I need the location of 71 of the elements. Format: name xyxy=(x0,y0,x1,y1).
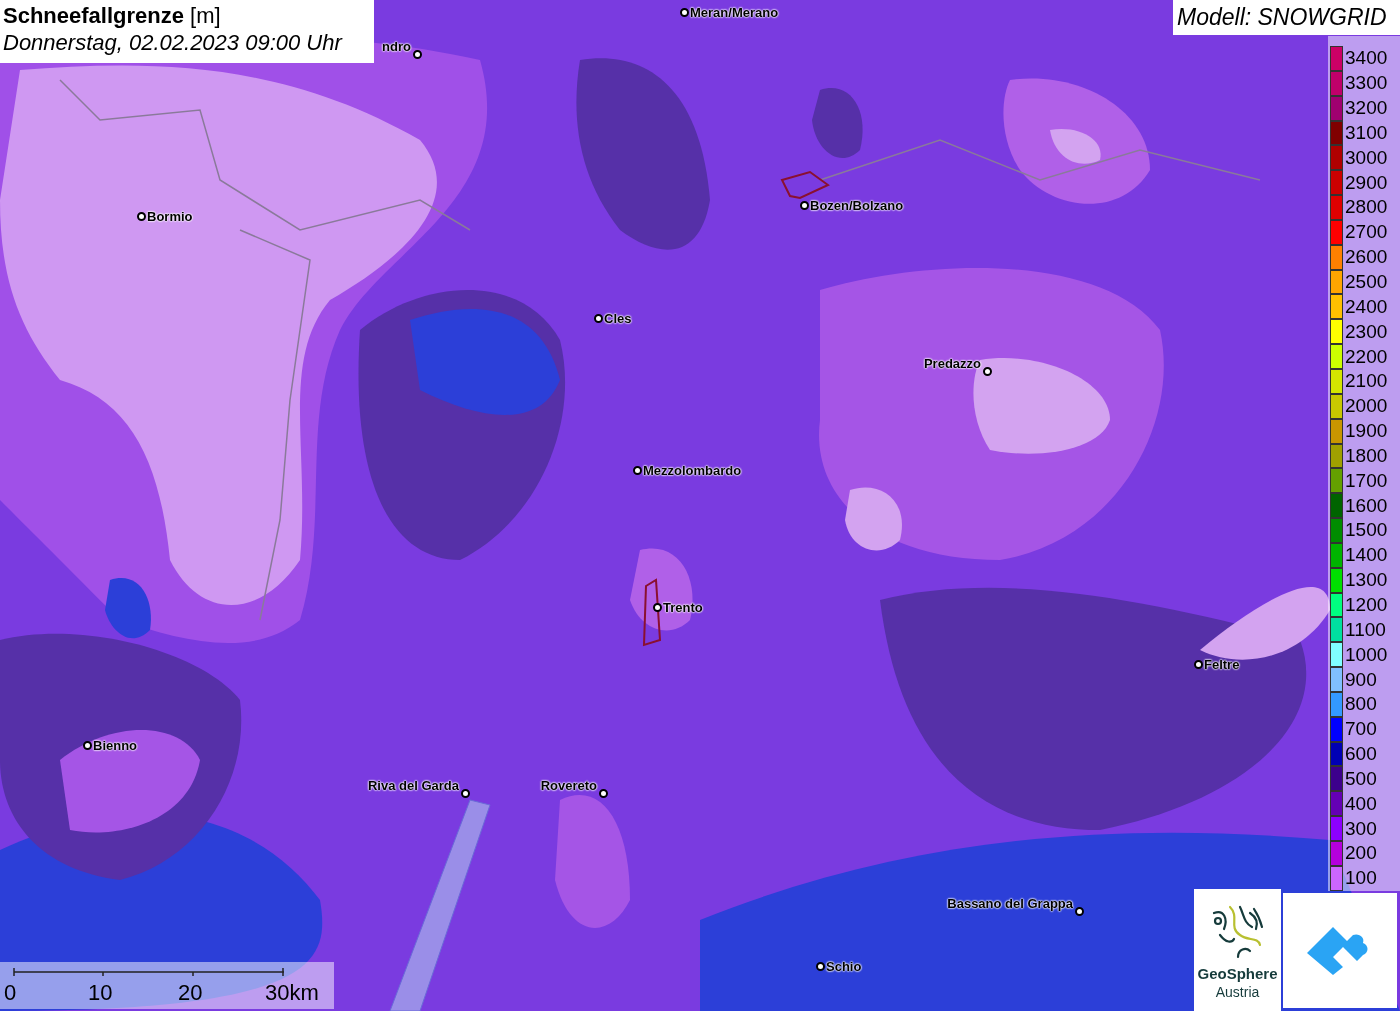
city-marker-icon xyxy=(653,603,662,612)
legend-label: 2200 xyxy=(1345,345,1388,368)
scale-label: 30km xyxy=(265,980,319,1006)
legend-label: 800 xyxy=(1345,693,1377,716)
city-label: ndro xyxy=(382,39,411,54)
legend-label: 1700 xyxy=(1345,469,1388,492)
city-label: Meran/Merano xyxy=(690,5,779,20)
city-marker-icon xyxy=(599,789,608,798)
legend-label: 900 xyxy=(1345,668,1377,691)
forecast-date: Donnerstag, 02.02.2023 09:00 Uhr xyxy=(3,29,344,57)
legend-label: 1100 xyxy=(1345,618,1386,641)
city-label: Bozen/Bolzano xyxy=(810,198,904,213)
city-label: Bienno xyxy=(93,738,138,753)
legend-label: 2500 xyxy=(1345,271,1388,293)
legend-label: 500 xyxy=(1345,767,1377,790)
legend-label: 1000 xyxy=(1345,643,1388,666)
legend-label: 1600 xyxy=(1345,494,1388,517)
city-marker-icon xyxy=(1075,907,1084,916)
city-marker-icon xyxy=(633,466,642,475)
legend-label: 3000 xyxy=(1345,146,1388,169)
legend-label: 2600 xyxy=(1345,246,1388,269)
legend-label: 2800 xyxy=(1345,196,1388,219)
scale-label: 0 xyxy=(4,980,17,1006)
legend-label: 1300 xyxy=(1345,569,1388,592)
city-marker-icon xyxy=(800,201,809,210)
city-label: Rovereto xyxy=(540,778,597,793)
city-marker-icon xyxy=(1194,660,1203,669)
legend-label: 2900 xyxy=(1345,171,1388,194)
legend-label: 1500 xyxy=(1345,519,1388,542)
legend-label: 1400 xyxy=(1345,544,1388,567)
legend-label: 3400 xyxy=(1345,47,1388,70)
legend-label: 1800 xyxy=(1345,444,1388,467)
legend-label: 400 xyxy=(1345,792,1377,815)
legend-label: 2700 xyxy=(1345,221,1388,244)
legend-label: 3200 xyxy=(1345,97,1388,120)
logo-text: GeoSphere xyxy=(1197,965,1278,983)
city-label: Riva del Garda xyxy=(367,778,459,793)
model-label: Modell: SNOWGRID xyxy=(1173,0,1400,35)
city-marker-icon xyxy=(983,367,992,376)
scale-label: 20 xyxy=(178,980,203,1006)
logo-subtext: Austria xyxy=(1215,983,1260,1001)
legend-label: 700 xyxy=(1345,718,1377,741)
city-label: Trento xyxy=(663,600,703,615)
legend-label: 1900 xyxy=(1345,420,1388,443)
city-label: Cles xyxy=(604,311,632,326)
legend-label: 200 xyxy=(1345,842,1377,865)
legend-label: 2400 xyxy=(1345,295,1388,318)
city-label: Bassano del Grappa xyxy=(947,896,1073,911)
city-label: Bormio xyxy=(147,209,193,224)
legend-label: 2100 xyxy=(1345,370,1388,393)
city-marker-icon xyxy=(461,789,470,798)
scale-label: 10 xyxy=(88,980,113,1006)
legend-label: 2300 xyxy=(1345,320,1388,343)
legend-label: 3300 xyxy=(1345,72,1388,95)
city-label: Predazzo xyxy=(923,356,981,371)
legend-label: 300 xyxy=(1345,817,1377,840)
legend-label: 2000 xyxy=(1345,395,1388,418)
legend-label: 1200 xyxy=(1345,594,1388,616)
city-marker-icon xyxy=(413,50,422,59)
city-marker-icon xyxy=(594,314,603,323)
legend-label: 600 xyxy=(1345,743,1377,766)
city-marker-icon xyxy=(816,962,825,971)
legend-label: 100 xyxy=(1345,867,1377,890)
city-label: Feltre xyxy=(1204,657,1240,672)
city-marker-icon xyxy=(137,212,146,221)
legend-label: 3100 xyxy=(1345,121,1388,144)
city-marker-icon xyxy=(680,8,689,17)
city-label: Mezzolombardo xyxy=(643,463,742,478)
map-title: Schneefallgrenze [m] xyxy=(3,3,222,29)
city-marker-icon xyxy=(83,741,92,750)
city-label: Schio xyxy=(826,959,862,974)
